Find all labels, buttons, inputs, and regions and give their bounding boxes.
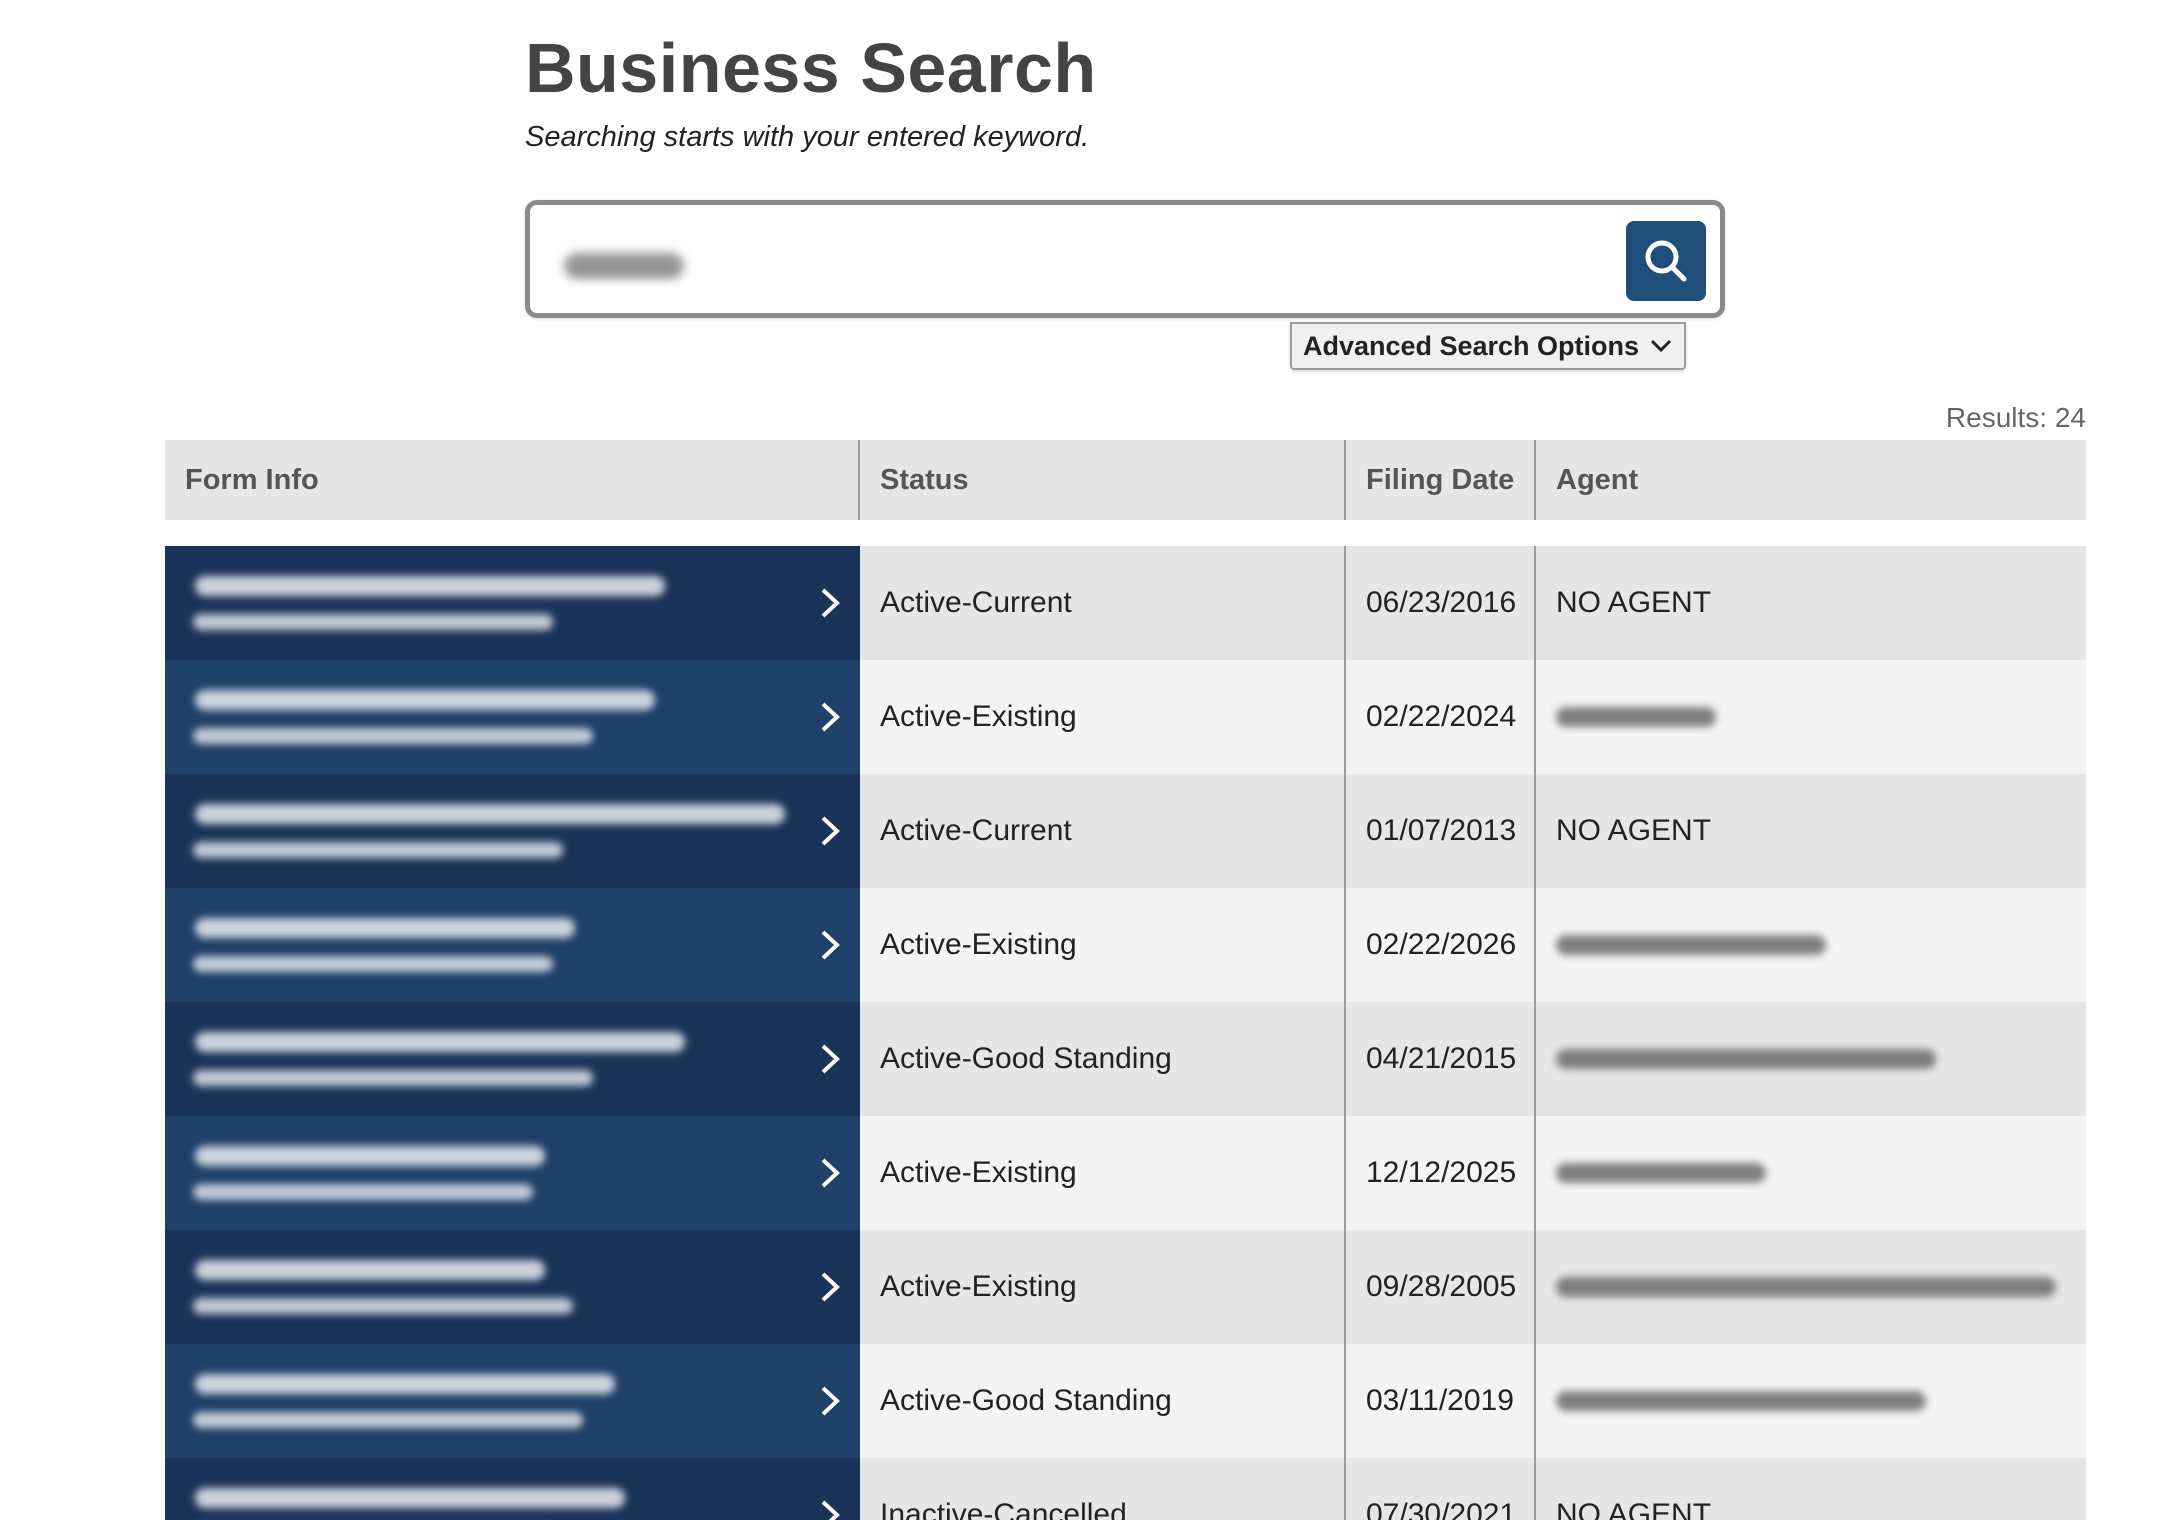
advanced-search-label: Advanced Search Options	[1302, 330, 1640, 361]
redacted-business-name	[195, 918, 575, 938]
table-row: Active-Current 06/23/2016 NO AGENT	[165, 546, 2086, 660]
table-row: Active-Good Standing 04/21/2015	[165, 1002, 2086, 1116]
status-cell: Active-Current	[860, 546, 1346, 660]
form-info-cell[interactable]	[165, 1344, 860, 1458]
search-button[interactable]	[1626, 221, 1706, 301]
table-row: Inactive-Cancelled 07/30/2021 NO AGENT	[165, 1458, 2086, 1520]
agent-cell	[1536, 1002, 2086, 1116]
status-cell: Active-Existing	[860, 660, 1346, 774]
column-header-form-info: Form Info	[165, 440, 860, 520]
chevron-right-icon	[821, 1272, 840, 1302]
redacted-agent-name	[1556, 1163, 1766, 1183]
status-cell: Active-Existing	[860, 1230, 1346, 1344]
form-info-cell[interactable]	[165, 1116, 860, 1230]
redacted-business-name	[195, 804, 785, 824]
chevron-right-icon	[821, 1386, 840, 1416]
form-info-cell[interactable]	[165, 774, 860, 888]
form-info-cell[interactable]	[165, 1458, 860, 1520]
agent-cell: NO AGENT	[1536, 546, 2086, 660]
filing-date-cell: 02/22/2026	[1346, 888, 1536, 1002]
redacted-business-id	[193, 1184, 533, 1200]
redacted-business-name	[195, 1032, 685, 1052]
advanced-search-options-button[interactable]: Advanced Search Options	[1290, 322, 1686, 370]
chevron-right-icon	[821, 702, 840, 732]
table-row: Active-Existing 02/22/2026	[165, 888, 2086, 1002]
table-row: Active-Existing 12/12/2025	[165, 1116, 2086, 1230]
redacted-business-id	[193, 1298, 573, 1314]
redacted-agent-name	[1556, 1391, 1926, 1411]
table-row: Active-Good Standing 03/11/2019	[165, 1344, 2086, 1458]
agent-cell	[1536, 888, 2086, 1002]
filing-date-cell: 12/12/2025	[1346, 1116, 1536, 1230]
filing-date-cell: 07/30/2021	[1346, 1458, 1536, 1520]
form-info-cell[interactable]	[165, 546, 860, 660]
column-header-filing-date: Filing Date	[1346, 440, 1536, 520]
form-info-cell[interactable]	[165, 1002, 860, 1116]
form-info-cell[interactable]	[165, 660, 860, 774]
form-info-cell[interactable]	[165, 1230, 860, 1344]
redacted-agent-name	[1556, 1277, 2056, 1297]
filing-date-cell: 04/21/2015	[1346, 1002, 1536, 1116]
redacted-search-text	[564, 253, 684, 279]
filing-date-cell: 09/28/2005	[1346, 1230, 1536, 1344]
redacted-business-name	[195, 1146, 545, 1166]
business-search-page: Business Search Searching starts with yo…	[0, 0, 2164, 1520]
chevron-right-icon	[821, 930, 840, 960]
redacted-business-id	[193, 1412, 583, 1428]
agent-cell	[1536, 660, 2086, 774]
redacted-business-name	[195, 1260, 545, 1280]
redacted-business-id	[193, 614, 553, 630]
redacted-agent-name	[1556, 1049, 1936, 1069]
redacted-agent-name	[1556, 707, 1716, 727]
table-row: Active-Existing 02/22/2024	[165, 660, 2086, 774]
redacted-business-id	[193, 956, 553, 972]
redacted-agent-name	[1556, 935, 1826, 955]
filing-date-cell: 01/07/2013	[1346, 774, 1536, 888]
chevron-down-icon	[1650, 339, 1672, 353]
status-cell: Inactive-Cancelled	[860, 1458, 1346, 1520]
search-input[interactable]	[560, 235, 1564, 287]
table-body: Active-Current 06/23/2016 NO AGENT Activ…	[165, 546, 2086, 1520]
column-header-agent: Agent	[1556, 463, 1639, 496]
table-row: Active-Existing 09/28/2005	[165, 1230, 2086, 1344]
page-subtitle: Searching starts with your entered keywo…	[525, 121, 1090, 153]
agent-cell	[1536, 1344, 2086, 1458]
status-cell: Active-Good Standing	[860, 1344, 1346, 1458]
filing-date-cell: 03/11/2019	[1346, 1344, 1536, 1458]
results-table: Form Info Status Filing Date Agent Activ…	[165, 440, 2086, 1520]
redacted-business-name	[195, 576, 665, 596]
results-count: Results: 24	[1945, 402, 2086, 433]
status-cell: Active-Existing	[860, 888, 1346, 1002]
chevron-right-icon	[821, 1158, 840, 1188]
table-row: Active-Current 01/07/2013 NO AGENT	[165, 774, 2086, 888]
status-cell: Active-Existing	[860, 1116, 1346, 1230]
table-header: Form Info Status Filing Date Agent	[165, 440, 2086, 520]
redacted-business-name	[195, 1488, 625, 1508]
column-header-status: Status	[860, 440, 1346, 520]
filing-date-cell: 02/22/2024	[1346, 660, 1536, 774]
filing-date-cell: 06/23/2016	[1346, 546, 1536, 660]
search-icon	[1645, 240, 1687, 282]
chevron-right-icon	[821, 816, 840, 846]
chevron-right-icon	[821, 588, 840, 618]
chevron-right-icon	[821, 1500, 840, 1520]
agent-cell: NO AGENT	[1536, 774, 2086, 888]
status-cell: Active-Good Standing	[860, 1002, 1346, 1116]
agent-cell	[1536, 1116, 2086, 1230]
status-cell: Active-Current	[860, 774, 1346, 888]
redacted-business-id	[193, 842, 563, 858]
search-box	[525, 200, 1725, 318]
redacted-business-id	[193, 728, 593, 744]
page-title: Business Search	[525, 29, 1097, 107]
redacted-business-name	[195, 690, 655, 710]
form-info-cell[interactable]	[165, 888, 860, 1002]
redacted-business-id	[193, 1070, 593, 1086]
agent-cell: NO AGENT	[1536, 1458, 2086, 1520]
chevron-right-icon	[821, 1044, 840, 1074]
agent-cell	[1536, 1230, 2086, 1344]
redacted-business-name	[195, 1374, 615, 1394]
